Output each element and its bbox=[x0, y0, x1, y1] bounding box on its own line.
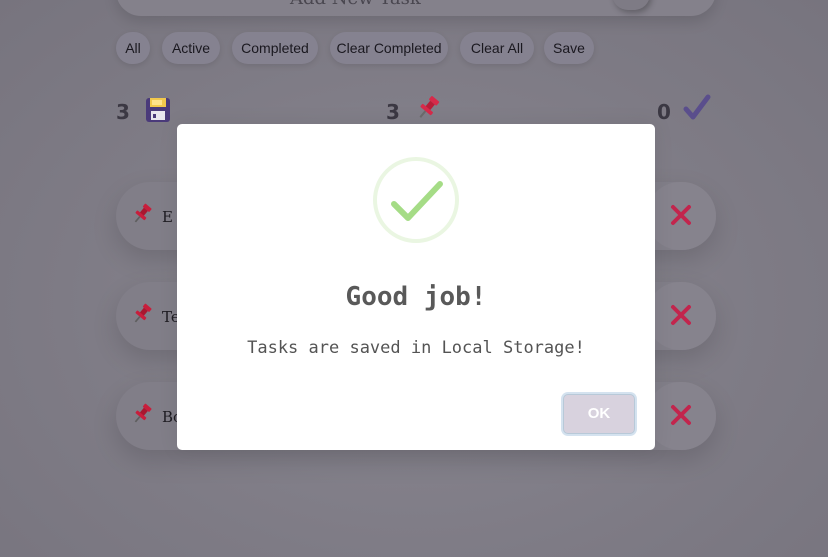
success-modal: Good job! Tasks are saved in Local Stora… bbox=[177, 124, 655, 450]
clear-all-button[interactable]: Clear All bbox=[460, 32, 534, 64]
stat-completed-count: 0 bbox=[657, 100, 671, 124]
stat-completed: 0 bbox=[657, 94, 727, 126]
ok-button[interactable]: OK bbox=[563, 394, 635, 434]
delete-task-button[interactable] bbox=[646, 382, 716, 450]
delete-task-button[interactable] bbox=[646, 282, 716, 350]
checkmark-icon bbox=[683, 94, 711, 120]
filter-completed-button[interactable]: Completed bbox=[232, 32, 318, 64]
success-check-icon bbox=[373, 157, 459, 243]
modal-message: Tasks are saved in Local Storage! bbox=[247, 338, 585, 358]
close-icon bbox=[671, 305, 691, 325]
pushpin-icon bbox=[134, 203, 152, 223]
filter-all-button[interactable]: All bbox=[116, 32, 150, 64]
stat-total-count: 3 bbox=[116, 100, 130, 124]
delete-task-button[interactable] bbox=[646, 182, 716, 250]
floppy-disk-icon bbox=[146, 98, 170, 122]
pushpin-icon bbox=[134, 403, 152, 423]
modal-title: Good job! bbox=[345, 282, 487, 312]
clear-completed-button[interactable]: Clear Completed bbox=[330, 32, 448, 64]
stat-pending-count: 3 bbox=[386, 100, 400, 124]
save-button[interactable]: Save bbox=[544, 32, 594, 64]
stat-pending: 3 bbox=[386, 96, 456, 126]
pushpin-icon bbox=[134, 303, 152, 323]
todo-app: Add New Task All Active Completed Clear … bbox=[0, 0, 828, 557]
filter-active-button[interactable]: Active bbox=[162, 32, 220, 64]
add-task-placeholder: Add New Task bbox=[290, 0, 421, 9]
task-label: E bbox=[162, 208, 173, 226]
close-icon bbox=[671, 405, 691, 425]
close-icon bbox=[671, 205, 691, 225]
stat-total: 3 bbox=[116, 96, 186, 126]
pushpin-icon bbox=[419, 96, 440, 118]
